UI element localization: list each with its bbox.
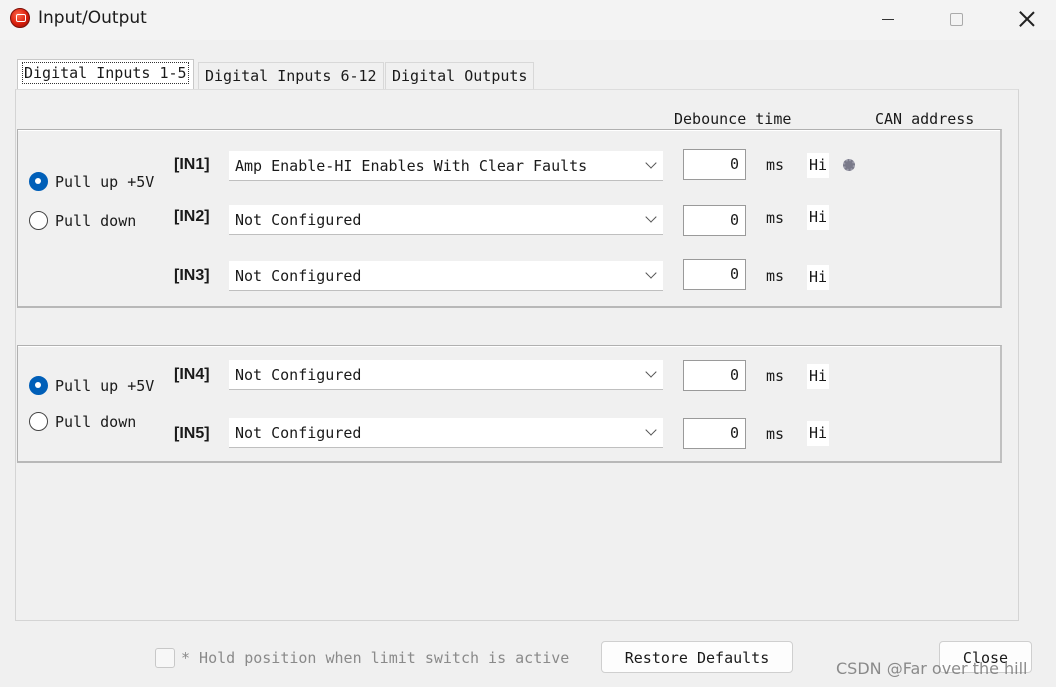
radio-selected-icon — [29, 376, 48, 395]
radio-unselected-icon — [29, 211, 48, 230]
in1-debounce-input[interactable]: 0 — [683, 149, 746, 180]
in4-unit-label: ms — [766, 367, 785, 385]
chevron-down-icon — [645, 366, 657, 378]
minimize-icon — [882, 18, 894, 20]
in1-function-select[interactable]: Amp Enable-HI Enables With Clear Faults — [229, 151, 663, 181]
radio-unselected-icon — [29, 412, 48, 431]
chevron-down-icon — [645, 157, 657, 169]
in3-unit-label: ms — [766, 267, 785, 285]
in1-label: [IN1] — [174, 156, 210, 173]
in2-level-indicator: Hi — [807, 205, 829, 230]
hold-position-checkbox[interactable] — [155, 648, 175, 668]
close-icon — [1019, 11, 1035, 27]
in2-debounce-input[interactable]: 0 — [683, 205, 746, 236]
in1-unit-label: ms — [766, 156, 785, 174]
maximize-button[interactable] — [928, 0, 984, 38]
radio-selected-icon — [29, 172, 48, 191]
pull-up-radio-group2[interactable]: Pull up +5V — [29, 376, 154, 395]
tab-digital-inputs-1-5[interactable]: Digital Inputs 1-5 — [17, 59, 194, 89]
in4-label: [IN4] — [174, 366, 210, 383]
tab-digital-inputs-6-12[interactable]: Digital Inputs 6-12 — [198, 62, 384, 90]
in5-function-select[interactable]: Not Configured — [229, 418, 663, 448]
in5-unit-label: ms — [766, 425, 785, 443]
in5-label: [IN5] — [174, 425, 210, 442]
pull-up-radio-group1[interactable]: Pull up +5V — [29, 172, 154, 191]
in2-unit-label: ms — [766, 209, 785, 227]
app-logo-icon — [10, 8, 30, 28]
hold-position-label: * Hold position when limit switch is act… — [181, 649, 570, 667]
in5-level-indicator: Hi — [807, 421, 829, 446]
close-window-button[interactable] — [999, 0, 1055, 38]
tab-digital-outputs[interactable]: Digital Outputs — [385, 62, 535, 90]
in5-debounce-input[interactable]: 0 — [683, 418, 746, 449]
in2-label: [IN2] — [174, 208, 210, 225]
in3-function-select[interactable]: Not Configured — [229, 261, 663, 291]
in2-function-select[interactable]: Not Configured — [229, 205, 663, 235]
minimize-button[interactable] — [860, 0, 916, 38]
in1-level-indicator: Hi — [807, 153, 829, 178]
watermark: CSDN @Far over the hill — [836, 659, 1028, 678]
debounce-time-header: Debounce time — [674, 110, 792, 128]
window-title: Input/Output — [38, 8, 147, 28]
can-address-header: CAN address — [875, 110, 975, 128]
chevron-down-icon — [645, 424, 657, 436]
pull-down-radio-group1[interactable]: Pull down — [29, 211, 136, 230]
in3-level-indicator: Hi — [807, 265, 829, 290]
title-bar: Input/Output — [0, 0, 1056, 40]
pull-down-radio-group2[interactable]: Pull down — [29, 412, 136, 431]
chevron-down-icon — [645, 267, 657, 279]
in4-function-select[interactable]: Not Configured — [229, 360, 663, 390]
in3-label: [IN3] — [174, 267, 210, 284]
in3-debounce-input[interactable]: 0 — [683, 259, 746, 290]
restore-defaults-button[interactable]: Restore Defaults — [601, 641, 793, 673]
chevron-down-icon — [645, 211, 657, 223]
in4-debounce-input[interactable]: 0 — [683, 360, 746, 391]
in4-level-indicator: Hi — [807, 364, 829, 389]
maximize-icon — [949, 12, 963, 26]
gear-icon — [843, 159, 855, 171]
